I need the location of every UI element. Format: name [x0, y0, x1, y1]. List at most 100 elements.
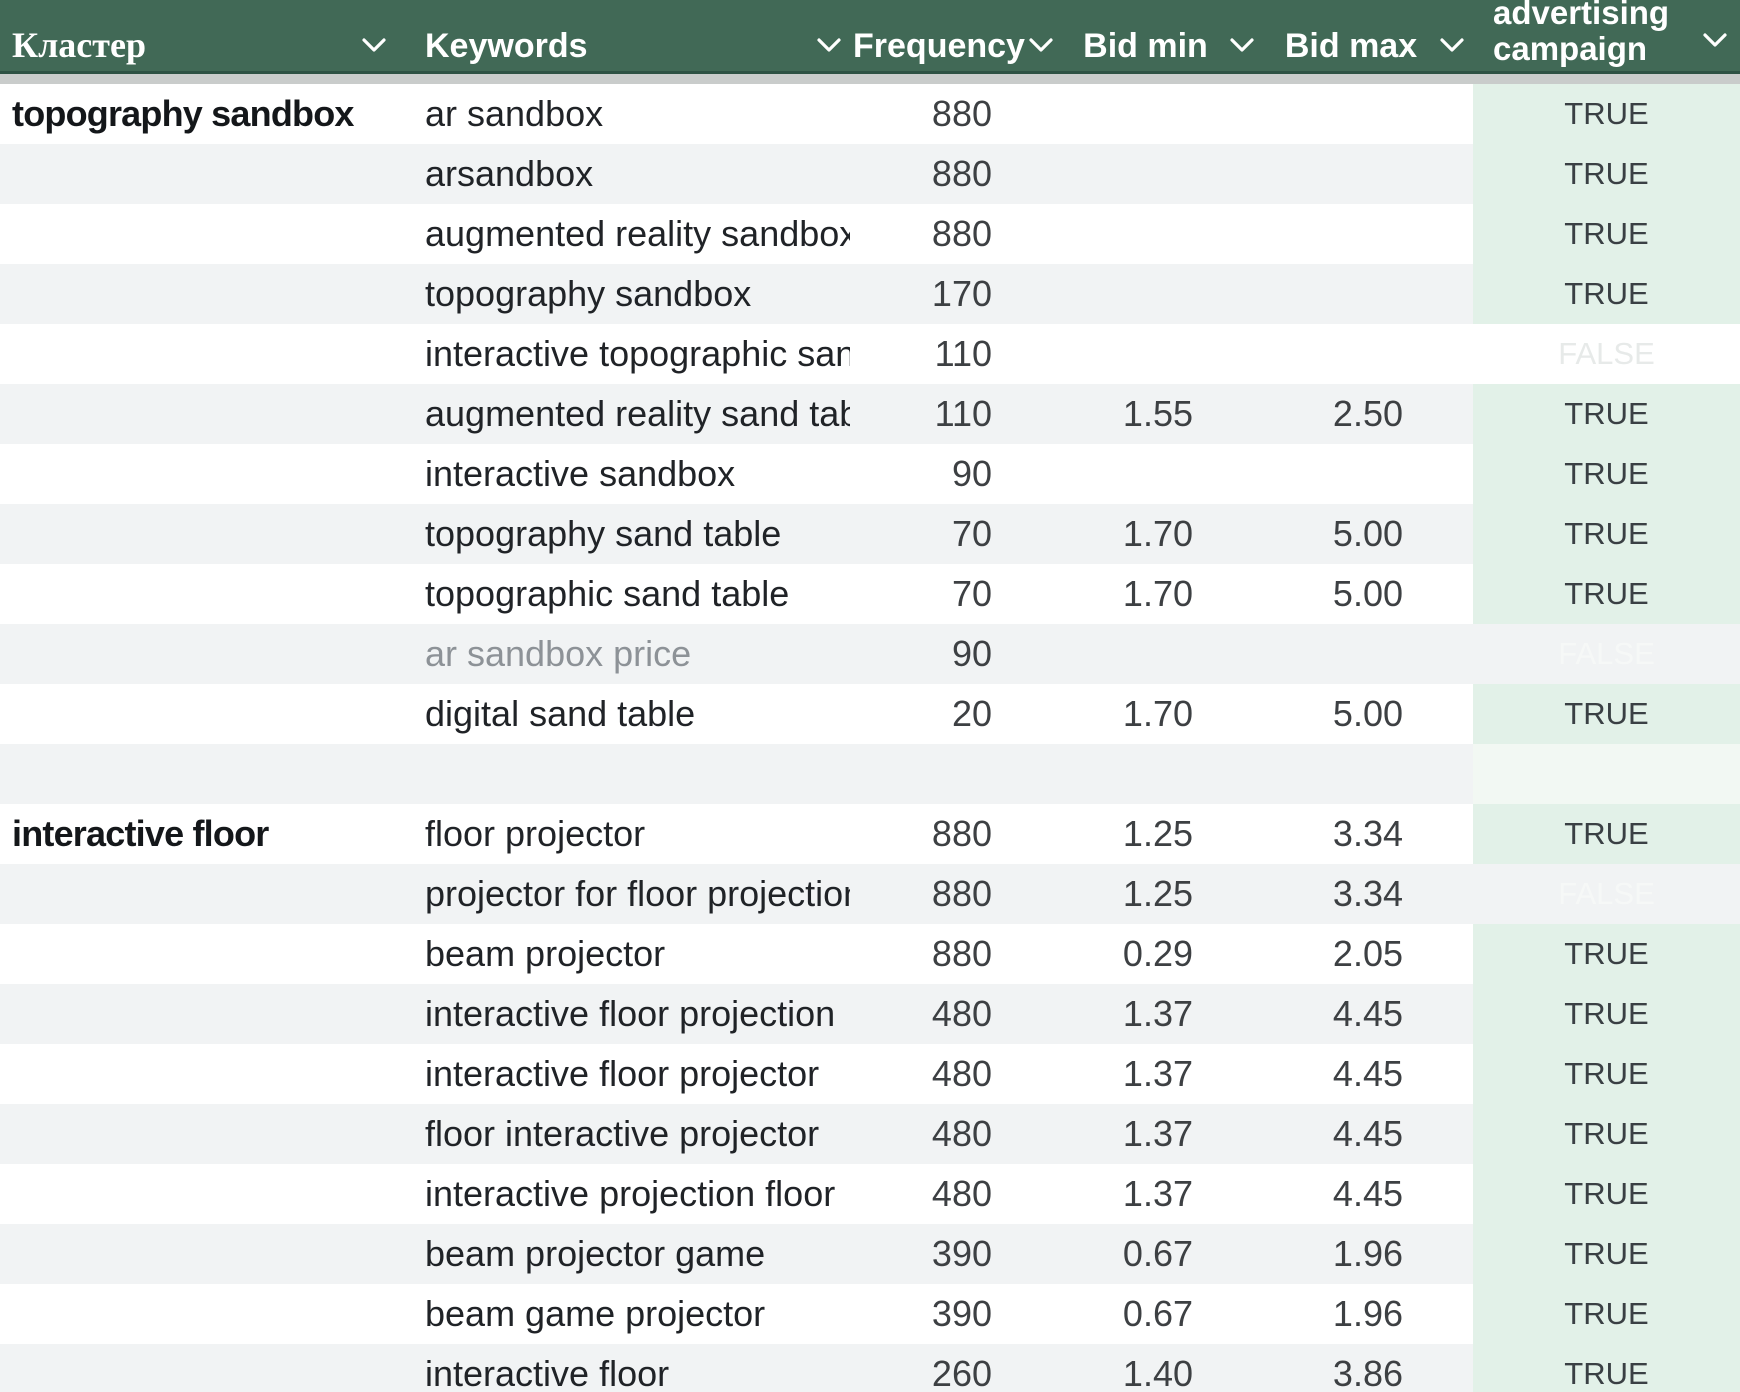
frequency-cell[interactable]: 110 [850, 384, 1062, 444]
bid-max-cell[interactable]: 3.86 [1263, 1344, 1473, 1392]
bid-max-cell[interactable] [1263, 204, 1473, 264]
cluster-cell[interactable] [0, 264, 395, 324]
campaign-cell[interactable]: TRUE [1473, 1224, 1740, 1284]
frequency-cell[interactable]: 880 [850, 924, 1062, 984]
keyword-cell[interactable]: ar sandbox [395, 84, 850, 144]
bid-max-cell[interactable]: 5.00 [1263, 504, 1473, 564]
keyword-cell[interactable]: topography sandbox [395, 264, 850, 324]
keyword-cell[interactable]: arsandbox [395, 144, 850, 204]
keyword-cell[interactable]: interactive sandbox [395, 444, 850, 504]
campaign-cell[interactable]: TRUE [1473, 924, 1740, 984]
bid-max-cell[interactable] [1263, 264, 1473, 324]
column-header-keywords[interactable]: Keywords [395, 0, 850, 71]
keyword-cell[interactable]: ar sandbox price [395, 624, 850, 684]
keyword-cell[interactable]: interactive floor [395, 1344, 850, 1392]
bid-max-cell[interactable]: 1.96 [1263, 1224, 1473, 1284]
column-header-old-advertising-campaign[interactable]: old advertising campaign [1473, 0, 1740, 71]
cluster-cell[interactable] [0, 744, 395, 804]
chevron-down-icon[interactable] [361, 23, 387, 59]
chevron-down-icon[interactable] [816, 25, 842, 59]
chevron-down-icon[interactable] [1702, 20, 1728, 54]
campaign-cell[interactable]: TRUE [1473, 1104, 1740, 1164]
chevron-down-icon[interactable] [1229, 25, 1255, 59]
cluster-cell[interactable] [0, 564, 395, 624]
bid-max-cell[interactable] [1263, 144, 1473, 204]
campaign-cell[interactable]: TRUE [1473, 1284, 1740, 1344]
cluster-cell[interactable] [0, 444, 395, 504]
campaign-cell[interactable]: TRUE [1473, 444, 1740, 504]
keyword-cell[interactable]: interactive floor projection [395, 984, 850, 1044]
keyword-cell[interactable]: topography sand table [395, 504, 850, 564]
keyword-cell[interactable]: floor interactive projector [395, 1104, 850, 1164]
keyword-cell[interactable]: beam projector [395, 924, 850, 984]
cluster-cell[interactable] [0, 1044, 395, 1104]
frequency-cell[interactable]: 880 [850, 864, 1062, 924]
bid-min-cell[interactable] [1062, 444, 1263, 504]
frequency-cell[interactable]: 170 [850, 264, 1062, 324]
cluster-cell[interactable] [0, 624, 395, 684]
frequency-cell[interactable]: 260 [850, 1344, 1062, 1392]
frequency-cell[interactable]: 880 [850, 804, 1062, 864]
bid-max-cell[interactable]: 3.34 [1263, 804, 1473, 864]
bid-min-cell[interactable] [1062, 204, 1263, 264]
keyword-cell[interactable] [395, 744, 850, 804]
keyword-cell[interactable]: topographic sand table [395, 564, 850, 624]
keyword-cell[interactable]: interactive floor projector [395, 1044, 850, 1104]
column-header-bid-max[interactable]: Bid max [1263, 0, 1473, 71]
bid-max-cell[interactable] [1263, 324, 1473, 384]
cluster-cell[interactable] [0, 684, 395, 744]
bid-min-cell[interactable] [1062, 324, 1263, 384]
frequency-cell[interactable]: 110 [850, 324, 1062, 384]
keyword-cell[interactable]: augmented reality sand table [395, 384, 850, 444]
frequency-cell[interactable]: 70 [850, 564, 1062, 624]
campaign-cell[interactable]: TRUE [1473, 504, 1740, 564]
bid-min-cell[interactable]: 1.25 [1062, 804, 1263, 864]
bid-max-cell[interactable] [1263, 84, 1473, 144]
cluster-cell[interactable] [0, 384, 395, 444]
bid-max-cell[interactable]: 4.45 [1263, 1104, 1473, 1164]
bid-min-cell[interactable]: 0.67 [1062, 1224, 1263, 1284]
bid-min-cell[interactable]: 1.70 [1062, 564, 1263, 624]
campaign-cell[interactable]: FALSE [1473, 624, 1740, 684]
campaign-cell[interactable] [1473, 744, 1740, 804]
cluster-cell[interactable] [0, 1224, 395, 1284]
column-header-bid-min[interactable]: Bid min [1062, 0, 1263, 71]
cluster-cell[interactable] [0, 204, 395, 264]
bid-max-cell[interactable] [1263, 744, 1473, 804]
bid-max-cell[interactable]: 5.00 [1263, 684, 1473, 744]
bid-min-cell[interactable]: 1.37 [1062, 1044, 1263, 1104]
frequency-cell[interactable]: 880 [850, 144, 1062, 204]
frequency-cell[interactable]: 70 [850, 504, 1062, 564]
cluster-cell[interactable]: topography sandbox [0, 84, 395, 144]
cluster-cell[interactable] [0, 1104, 395, 1164]
bid-max-cell[interactable]: 1.96 [1263, 1284, 1473, 1344]
cluster-cell[interactable] [0, 324, 395, 384]
keyword-cell[interactable]: floor projector [395, 804, 850, 864]
chevron-down-icon[interactable] [1028, 25, 1054, 59]
frequency-cell[interactable]: 880 [850, 204, 1062, 264]
bid-max-cell[interactable]: 4.45 [1263, 1044, 1473, 1104]
campaign-cell[interactable]: TRUE [1473, 384, 1740, 444]
keyword-cell[interactable]: augmented reality sandbox [395, 204, 850, 264]
cluster-cell[interactable] [0, 144, 395, 204]
campaign-cell[interactable]: TRUE [1473, 564, 1740, 624]
cluster-cell[interactable] [0, 924, 395, 984]
keyword-cell[interactable]: interactive projection floor [395, 1164, 850, 1224]
bid-min-cell[interactable]: 1.25 [1062, 864, 1263, 924]
frequency-cell[interactable]: 390 [850, 1284, 1062, 1344]
bid-min-cell[interactable]: 0.29 [1062, 924, 1263, 984]
cluster-cell[interactable] [0, 1284, 395, 1344]
frequency-cell[interactable]: 90 [850, 624, 1062, 684]
campaign-cell[interactable]: TRUE [1473, 1044, 1740, 1104]
campaign-cell[interactable]: FALSE [1473, 324, 1740, 384]
bid-min-cell[interactable]: 1.37 [1062, 984, 1263, 1044]
frequency-cell[interactable]: 480 [850, 1164, 1062, 1224]
bid-min-cell[interactable] [1062, 264, 1263, 324]
frequency-cell[interactable]: 20 [850, 684, 1062, 744]
campaign-cell[interactable]: TRUE [1473, 84, 1740, 144]
keyword-cell[interactable]: digital sand table [395, 684, 850, 744]
bid-min-cell[interactable] [1062, 744, 1263, 804]
campaign-cell[interactable]: TRUE [1473, 144, 1740, 204]
campaign-cell[interactable]: TRUE [1473, 1344, 1740, 1392]
bid-min-cell[interactable] [1062, 624, 1263, 684]
